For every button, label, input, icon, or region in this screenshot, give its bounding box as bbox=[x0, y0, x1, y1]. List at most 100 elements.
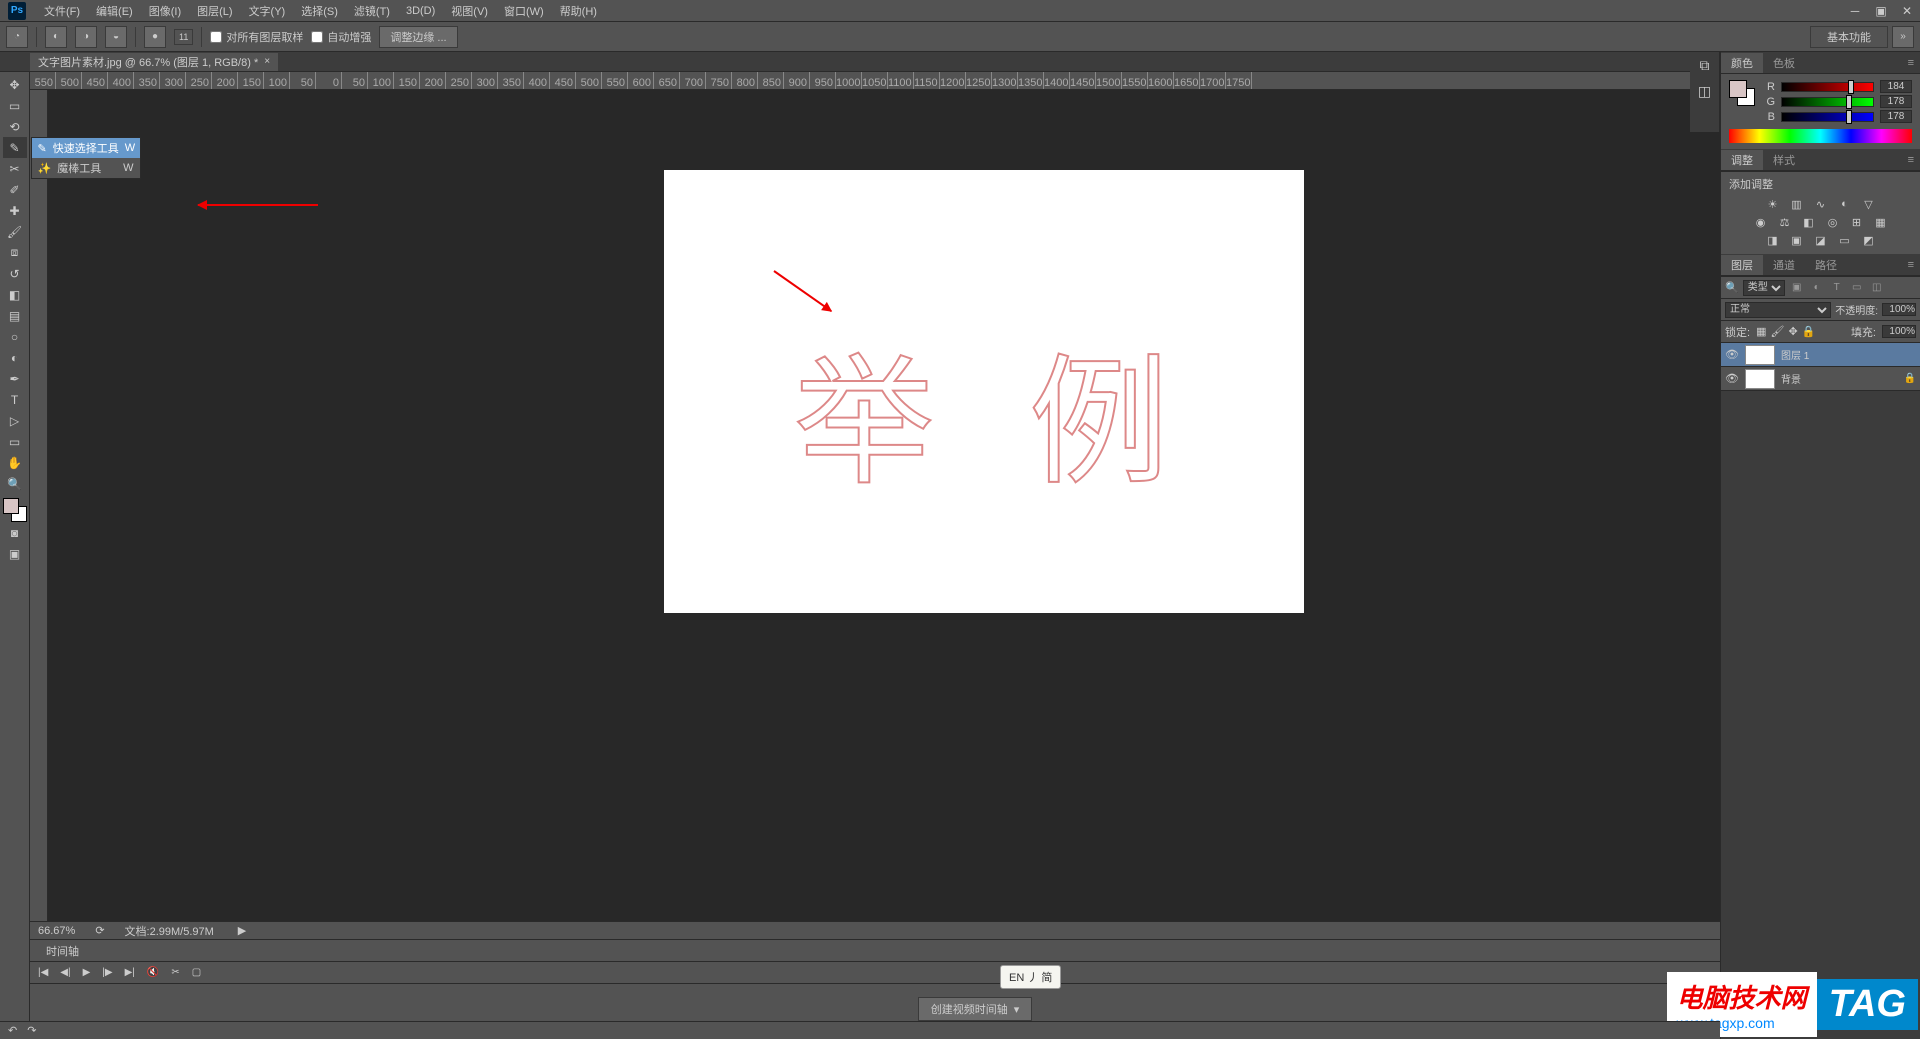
filter-kind-select[interactable]: 类型 bbox=[1743, 280, 1785, 296]
eyedropper-tool[interactable]: ✐ bbox=[3, 179, 27, 200]
timeline-play-icon[interactable]: ▶ bbox=[83, 967, 91, 978]
footer-back-icon[interactable]: ↶ bbox=[8, 1024, 17, 1037]
flyout-magic-wand[interactable]: ✨ 魔棒工具 W bbox=[32, 158, 140, 178]
threshold-icon[interactable]: ◪ bbox=[1812, 232, 1830, 248]
screen-mode-tool[interactable]: ▣ bbox=[3, 543, 27, 564]
vibrance-icon[interactable]: ▽ bbox=[1860, 196, 1878, 212]
color-panel-swatch[interactable] bbox=[1729, 80, 1755, 106]
stamp-tool[interactable]: ⧈ bbox=[3, 242, 27, 263]
color-swatches[interactable] bbox=[3, 498, 27, 522]
filter-type-icon[interactable]: T bbox=[1829, 280, 1845, 296]
workspace-switcher[interactable]: 基本功能 bbox=[1810, 26, 1888, 48]
crop-tool[interactable]: ✂ bbox=[3, 158, 27, 179]
blend-mode-select[interactable]: 正常 bbox=[1725, 302, 1831, 318]
paths-tab[interactable]: 路径 bbox=[1805, 255, 1847, 275]
b-slider[interactable] bbox=[1781, 112, 1874, 122]
bw-icon[interactable]: ◧ bbox=[1800, 214, 1818, 230]
color-panel-menu-icon[interactable]: ≡ bbox=[1902, 57, 1920, 69]
g-value[interactable] bbox=[1880, 95, 1912, 108]
styles-tab[interactable]: 样式 bbox=[1763, 150, 1805, 170]
menu-help[interactable]: 帮助(H) bbox=[552, 1, 605, 21]
gradient-map-icon[interactable]: ▭ bbox=[1836, 232, 1854, 248]
filter-shape-icon[interactable]: ▭ bbox=[1849, 280, 1865, 296]
zoom-tool[interactable]: 🔍 bbox=[3, 473, 27, 494]
auto-enhance-checkbox[interactable]: 自动增强 bbox=[311, 29, 371, 45]
canvas-background[interactable]: 举 例 bbox=[48, 90, 1920, 921]
gradient-tool[interactable]: ▤ bbox=[3, 305, 27, 326]
swatches-tab[interactable]: 色板 bbox=[1763, 53, 1805, 73]
add-selection-icon[interactable]: ◑ bbox=[75, 26, 97, 48]
type-tool[interactable]: T bbox=[3, 389, 27, 410]
eraser-tool[interactable]: ◧ bbox=[3, 284, 27, 305]
g-slider[interactable] bbox=[1781, 97, 1874, 107]
close-button[interactable]: ✕ bbox=[1894, 1, 1920, 21]
create-timeline-button[interactable]: 创建视频时间轴 ▾ bbox=[918, 997, 1033, 1021]
pen-tool[interactable]: ✒ bbox=[3, 368, 27, 389]
search-icon[interactable]: 🔍 bbox=[1725, 281, 1739, 294]
document-tab[interactable]: 文字图片素材.jpg @ 66.7% (图层 1, RGB/8) * × bbox=[30, 53, 278, 71]
exposure-icon[interactable]: ◐ bbox=[1836, 196, 1854, 212]
close-tab-icon[interactable]: × bbox=[264, 56, 270, 67]
fg-swatch[interactable] bbox=[1729, 80, 1747, 98]
layers-panel-menu-icon[interactable]: ≡ bbox=[1902, 259, 1920, 271]
filter-adjust-icon[interactable]: ◐ bbox=[1809, 280, 1825, 296]
timeline-first-icon[interactable]: |◀ bbox=[38, 967, 48, 978]
b-value[interactable] bbox=[1880, 110, 1912, 123]
posterize-icon[interactable]: ▣ bbox=[1788, 232, 1806, 248]
menu-file[interactable]: 文件(F) bbox=[36, 1, 88, 21]
layer-name[interactable]: 图层 1 bbox=[1781, 347, 1916, 362]
menu-layer[interactable]: 图层(L) bbox=[189, 1, 240, 21]
lock-icon[interactable]: 🔒 bbox=[1904, 373, 1916, 384]
r-value[interactable] bbox=[1880, 80, 1912, 93]
menu-filter[interactable]: 滤镜(T) bbox=[346, 1, 398, 21]
layer-thumbnail[interactable] bbox=[1745, 369, 1775, 389]
invert-icon[interactable]: ◨ bbox=[1764, 232, 1782, 248]
timeline-next-icon[interactable]: |▶ bbox=[102, 967, 112, 978]
layer-name[interactable]: 背景 bbox=[1781, 371, 1898, 386]
layer-thumbnail[interactable] bbox=[1745, 345, 1775, 365]
lasso-tool[interactable]: ⟲ bbox=[3, 116, 27, 137]
filter-smart-icon[interactable]: ◫ bbox=[1869, 280, 1885, 296]
tool-preset-icon[interactable]: ◔ bbox=[6, 26, 28, 48]
lock-transparency-icon[interactable]: ▦ bbox=[1756, 325, 1766, 338]
timeline-last-icon[interactable]: ▶| bbox=[125, 967, 135, 978]
layer-row[interactable]: 👁 背景 🔒 bbox=[1721, 367, 1920, 391]
blur-tool[interactable]: ○ bbox=[3, 326, 27, 347]
menu-view[interactable]: 视图(V) bbox=[443, 1, 496, 21]
quick-select-tool[interactable]: ✎ ✎ 快速选择工具 W ✨ 魔棒工具 W bbox=[3, 137, 27, 158]
r-slider[interactable] bbox=[1781, 82, 1874, 92]
curves-icon[interactable]: ∿ bbox=[1812, 196, 1830, 212]
healing-tool[interactable]: ✚ bbox=[3, 200, 27, 221]
history-panel-icon[interactable]: ⧉ bbox=[1694, 54, 1716, 76]
menu-select[interactable]: 选择(S) bbox=[293, 1, 346, 21]
opacity-input[interactable] bbox=[1882, 303, 1916, 316]
layers-tab[interactable]: 图层 bbox=[1721, 255, 1763, 275]
menu-3d[interactable]: 3D(D) bbox=[398, 3, 443, 19]
layer-row[interactable]: 👁 图层 1 bbox=[1721, 343, 1920, 367]
marquee-tool[interactable]: ▭ bbox=[3, 95, 27, 116]
sample-all-input[interactable] bbox=[210, 31, 222, 43]
channel-mixer-icon[interactable]: ⊞ bbox=[1848, 214, 1866, 230]
menu-type[interactable]: 文字(Y) bbox=[241, 1, 294, 21]
timeline-cut-icon[interactable]: ✂ bbox=[171, 967, 179, 978]
history-brush-tool[interactable]: ↺ bbox=[3, 263, 27, 284]
menu-edit[interactable]: 编辑(E) bbox=[88, 1, 141, 21]
refine-edge-button[interactable]: 调整边缘 ... bbox=[379, 26, 457, 48]
visibility-icon[interactable]: 👁 bbox=[1725, 372, 1739, 385]
adjust-panel-menu-icon[interactable]: ≡ bbox=[1902, 154, 1920, 166]
timeline-prev-icon[interactable]: ◀| bbox=[60, 967, 70, 978]
color-ramp[interactable] bbox=[1729, 129, 1912, 143]
shape-tool[interactable]: ▭ bbox=[3, 431, 27, 452]
lock-all-icon[interactable]: 🔒 bbox=[1802, 325, 1816, 338]
hue-icon[interactable]: ◉ bbox=[1752, 214, 1770, 230]
dodge-tool[interactable]: ◐ bbox=[3, 347, 27, 368]
auto-enhance-input[interactable] bbox=[311, 31, 323, 43]
timeline-audio-icon[interactable]: 🔇 bbox=[147, 967, 159, 978]
brush-picker-icon[interactable]: ● bbox=[144, 26, 166, 48]
status-play-icon[interactable]: ▶ bbox=[238, 924, 246, 937]
timeline-tab-label[interactable]: 时间轴 bbox=[38, 941, 87, 961]
sample-all-layers-checkbox[interactable]: 对所有图层取样 bbox=[210, 29, 303, 45]
color-tab[interactable]: 颜色 bbox=[1721, 53, 1763, 73]
flyout-quick-select[interactable]: ✎ 快速选择工具 W bbox=[32, 138, 140, 158]
lock-position-icon[interactable]: ✥ bbox=[1788, 325, 1797, 338]
